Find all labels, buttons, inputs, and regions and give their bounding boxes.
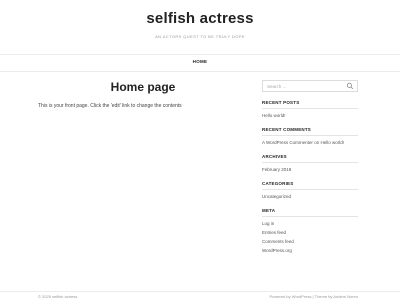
recent-posts-widget: RECENT POSTS Hello world! bbox=[262, 100, 358, 119]
recent-posts-title: RECENT POSTS bbox=[262, 100, 358, 109]
footer-copyright: © 2025 selfish actress bbox=[38, 294, 78, 299]
categories-title: CATEGORIES bbox=[262, 181, 358, 190]
site-tagline: AN ACTORS QUEST TO BE TRULY DOPE bbox=[155, 34, 245, 39]
meta-link-wordpress-org[interactable]: WordPress.org bbox=[262, 248, 358, 254]
search-icon[interactable] bbox=[346, 82, 354, 90]
meta-link-entries-feed[interactable]: Entries feed bbox=[262, 230, 358, 236]
archives-title: ARCHIVES bbox=[262, 154, 358, 163]
nav-divider-bottom bbox=[0, 71, 400, 72]
footer-credits[interactable]: Powered by WordPress | Theme by Anders N… bbox=[270, 294, 359, 299]
meta-link-login[interactable]: Log in bbox=[262, 221, 358, 227]
meta-title: META bbox=[262, 208, 358, 217]
site-title[interactable]: selfish actress bbox=[0, 10, 400, 27]
archive-link[interactable]: February 2019 bbox=[262, 167, 358, 173]
archives-widget: ARCHIVES February 2019 bbox=[262, 154, 358, 173]
meta-link-comments-feed[interactable]: Comments feed bbox=[262, 239, 358, 245]
category-link[interactable]: Uncategorized bbox=[262, 194, 358, 200]
recent-post-link[interactable]: Hello world! bbox=[262, 113, 358, 119]
recent-comment-entry: A WordPress Commenter on Hello world! bbox=[262, 140, 358, 146]
comment-on-text: on bbox=[314, 140, 320, 145]
search-form bbox=[262, 80, 358, 92]
comment-author-link[interactable]: A WordPress Commenter bbox=[262, 140, 313, 145]
search-input[interactable] bbox=[263, 81, 347, 91]
recent-comments-widget: RECENT COMMENTS A WordPress Commenter on… bbox=[262, 127, 358, 146]
categories-widget: CATEGORIES Uncategorized bbox=[262, 181, 358, 200]
comment-post-link[interactable]: Hello world! bbox=[320, 140, 344, 145]
page-title: Home page bbox=[110, 80, 176, 94]
main-content: Home page This is your front page. Click… bbox=[38, 80, 248, 110]
page-body-text: This is your front page. Click the 'edit… bbox=[38, 103, 182, 109]
nav-item-home[interactable]: HOME bbox=[0, 59, 400, 64]
sidebar: RECENT POSTS Hello world! RECENT COMMENT… bbox=[262, 80, 358, 257]
meta-widget: META Log in Entries feed Comments feed W… bbox=[262, 208, 358, 254]
recent-comments-title: RECENT COMMENTS bbox=[262, 127, 358, 136]
nav-divider-top bbox=[0, 54, 400, 55]
footer-divider bbox=[0, 291, 400, 292]
